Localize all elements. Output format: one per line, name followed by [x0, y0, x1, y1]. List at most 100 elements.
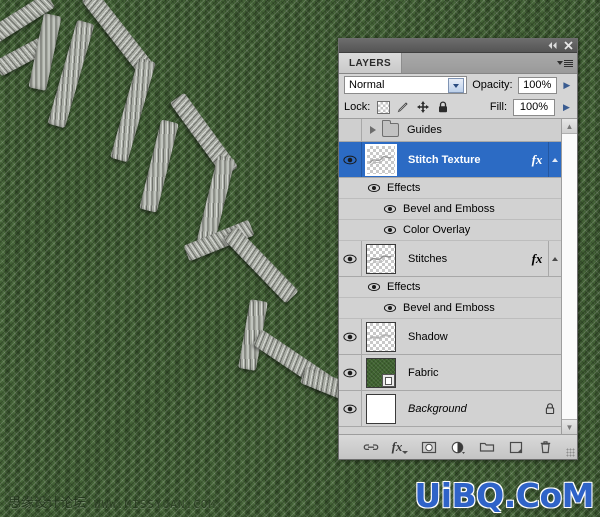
- visibility-toggle[interactable]: [339, 241, 362, 276]
- visibility-toggle[interactable]: [339, 119, 362, 141]
- chevron-right-icon[interactable]: [370, 126, 376, 134]
- new-adjustment-layer-icon[interactable]: [450, 439, 466, 455]
- collapse-effects-icon[interactable]: [548, 241, 561, 276]
- scroll-down-icon[interactable]: ▼: [562, 419, 577, 434]
- opacity-value: 100%: [523, 79, 552, 91]
- layer-name: Guides: [407, 124, 442, 136]
- visibility-toggle[interactable]: [339, 142, 362, 177]
- lock-all-icon[interactable]: [436, 100, 450, 114]
- forum-watermark-cn: 思缘设计论坛: [8, 496, 87, 511]
- lock-image-pixels-icon[interactable]: [396, 100, 410, 114]
- effect-label: Bevel and Emboss: [403, 302, 495, 314]
- close-icon[interactable]: [563, 40, 574, 51]
- tab-filler: [402, 53, 577, 73]
- eye-icon: [367, 184, 381, 192]
- tab-layers-label: LAYERS: [349, 57, 392, 69]
- effects-row[interactable]: Effects: [339, 178, 561, 199]
- layer-list-wrapper: Guides Stitch Texture fx Effects Bevel a…: [339, 119, 577, 435]
- panel-bottom-toolbar: fx: [339, 435, 577, 459]
- layer-thumbnail: [365, 143, 397, 176]
- effect-row-color-overlay[interactable]: Color Overlay: [339, 220, 561, 241]
- layer-thumbnail-cell[interactable]: [362, 143, 400, 176]
- hamburger-icon: [564, 59, 573, 67]
- layer-thumbnail-cell[interactable]: [362, 393, 400, 424]
- layer-row-background[interactable]: Background: [339, 391, 561, 427]
- eye-icon: [383, 226, 397, 234]
- eye-icon: [343, 332, 357, 341]
- visibility-toggle[interactable]: [339, 391, 362, 426]
- lock-transparent-pixels-icon[interactable]: [376, 100, 390, 114]
- layer-row-stitches[interactable]: Stitches fx: [339, 241, 561, 277]
- uibq-logo-watermark: UiBQ.CoM: [414, 476, 594, 515]
- folder-icon: [382, 120, 399, 137]
- artwork-stroke: [223, 226, 299, 304]
- scrollbar-track[interactable]: [562, 134, 577, 419]
- link-layers-icon[interactable]: [363, 439, 379, 455]
- layer-thumbnail: [366, 357, 396, 388]
- layer-name: Fabric: [408, 366, 439, 379]
- new-layer-icon[interactable]: [508, 439, 524, 455]
- eye-icon: [343, 404, 357, 413]
- eye-icon: [367, 283, 381, 291]
- tab-layers[interactable]: LAYERS: [339, 53, 403, 73]
- effect-label: Bevel and Emboss: [403, 203, 495, 215]
- effect-row-bevel-and-emboss[interactable]: Bevel and Emboss: [339, 298, 561, 319]
- effect-label: Color Overlay: [403, 224, 471, 236]
- add-layer-style-icon[interactable]: fx: [392, 439, 409, 455]
- layer-thumbnail-cell[interactable]: [362, 243, 400, 274]
- artwork-stroke: [139, 119, 179, 213]
- layer-list[interactable]: Guides Stitch Texture fx Effects Bevel a…: [339, 119, 561, 434]
- forum-watermark-url: WWW.MISSYUAN.COM: [94, 498, 216, 511]
- chevron-down-icon: [557, 61, 563, 65]
- layer-name: Stitch Texture: [408, 153, 481, 166]
- layer-name: Stitches: [408, 252, 448, 265]
- effects-row[interactable]: Effects: [339, 277, 561, 298]
- layer-thumbnail: [366, 321, 396, 352]
- layer-row-stitch-texture[interactable]: Stitch Texture fx: [339, 142, 561, 178]
- layer-name: Shadow: [408, 330, 448, 343]
- opacity-label: Opacity:: [472, 79, 513, 91]
- blend-mode-row: Normal Opacity: 100% ▶: [339, 74, 577, 96]
- panel-tab-row: LAYERS: [339, 53, 577, 74]
- eye-icon: [343, 368, 357, 377]
- visibility-toggle[interactable]: [339, 355, 362, 390]
- effect-row-bevel-and-emboss[interactable]: Bevel and Emboss: [339, 199, 561, 220]
- blend-mode-select[interactable]: Normal: [344, 76, 468, 94]
- new-group-icon[interactable]: [479, 439, 495, 455]
- panel-resize-grip[interactable]: [566, 448, 575, 457]
- forum-watermark: 思缘设计论坛 WWW.MISSYUAN.COM: [8, 492, 216, 511]
- eye-icon: [383, 304, 397, 312]
- layer-row-fabric[interactable]: Fabric: [339, 355, 561, 391]
- fill-input[interactable]: 100%: [513, 98, 555, 116]
- panel-titlebar: [339, 39, 577, 53]
- fill-label: Fill:: [489, 101, 507, 113]
- opacity-stepper[interactable]: ▶: [562, 78, 572, 93]
- scroll-up-icon[interactable]: ▲: [562, 119, 577, 134]
- artwork-stroke: [110, 57, 156, 163]
- collapse-icon[interactable]: [547, 40, 558, 51]
- add-layer-mask-icon[interactable]: [421, 439, 437, 455]
- layer-thumbnail-cell[interactable]: [362, 357, 400, 388]
- lock-label: Lock:: [344, 101, 371, 113]
- layer-list-scrollbar[interactable]: ▲ ▼: [561, 119, 577, 434]
- layers-panel: LAYERS Normal Opacity: 100% ▶ Lock: Fill…: [338, 38, 578, 460]
- lock-position-icon[interactable]: [416, 100, 430, 114]
- blend-mode-value: Normal: [349, 79, 385, 91]
- visibility-toggle[interactable]: [339, 319, 362, 354]
- collapse-effects-icon[interactable]: [548, 142, 561, 177]
- layer-effects-fx-icon[interactable]: fx: [526, 251, 548, 267]
- eye-icon: [343, 254, 357, 263]
- panel-menu-icon[interactable]: [557, 59, 573, 67]
- effects-label: Effects: [387, 281, 421, 293]
- eye-icon: [343, 155, 357, 164]
- fill-stepper[interactable]: ▶: [561, 100, 572, 115]
- layer-row-shadow[interactable]: Shadow: [339, 319, 561, 355]
- layer-thumbnail-cell[interactable]: [362, 321, 400, 352]
- layer-row-guides[interactable]: Guides: [339, 119, 561, 142]
- chevron-down-icon[interactable]: [448, 78, 465, 93]
- layer-effects-fx-icon[interactable]: fx: [526, 152, 548, 168]
- layer-thumbnail: [366, 393, 396, 424]
- layer-thumbnail: [366, 243, 396, 274]
- opacity-input[interactable]: 100%: [517, 76, 557, 94]
- delete-layer-icon[interactable]: [537, 439, 553, 455]
